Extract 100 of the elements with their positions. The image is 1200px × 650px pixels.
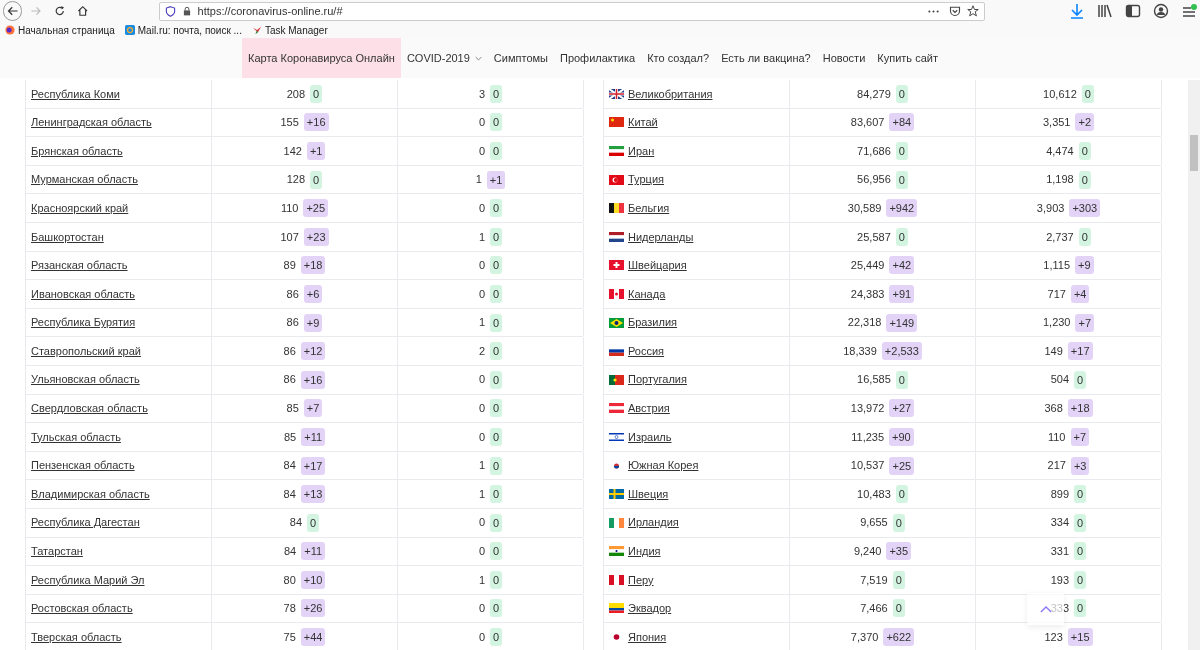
region-link[interactable]: Республика Бурятия <box>31 314 136 331</box>
sidebar-icon[interactable] <box>1125 3 1141 19</box>
change-badge: +7 <box>1075 313 1095 332</box>
region-link[interactable]: Швеция <box>628 485 669 503</box>
count-text: 3,351 <box>1042 115 1071 131</box>
region-link[interactable]: Ивановская область <box>31 285 136 303</box>
region-link[interactable]: Республика Дагестан <box>31 514 140 531</box>
region-link[interactable]: Ленинградская область <box>31 114 152 131</box>
region-link[interactable]: Эквадор <box>628 600 672 617</box>
region-link[interactable]: Ставропольский край <box>31 342 141 360</box>
region-link[interactable]: Иран <box>628 142 655 160</box>
count-text: 717 <box>1047 286 1066 302</box>
menu-icon[interactable] <box>1181 3 1197 19</box>
count-text: 155 <box>280 115 299 131</box>
lock-icon[interactable] <box>181 6 192 16</box>
region-link[interactable]: Пензенская область <box>31 457 135 474</box>
region-link[interactable]: Свердловская область <box>31 400 148 417</box>
region-link[interactable]: Республика Коми <box>31 85 120 103</box>
more-icon[interactable] <box>928 9 939 13</box>
region-link[interactable]: Израиль <box>628 428 672 446</box>
region-link[interactable]: Ростовская область <box>31 600 133 617</box>
change-badge: 0 <box>1074 370 1087 389</box>
region-link[interactable]: Бельгия <box>628 199 670 217</box>
region-link[interactable]: Бразилия <box>628 314 678 331</box>
region-link[interactable]: Нидерланды <box>628 228 694 245</box>
change-badge: +622 <box>883 628 915 647</box>
star-icon[interactable] <box>967 5 979 17</box>
region-link[interactable]: Япония <box>628 628 667 646</box>
count-text: 504 <box>1050 372 1070 388</box>
nav-link[interactable]: Есть ли вакцина? <box>715 38 817 78</box>
region-link[interactable]: Тульская область <box>31 428 121 446</box>
region-link[interactable]: Перу <box>628 571 654 589</box>
region-link[interactable]: Австрия <box>628 400 670 417</box>
bookmark-link[interactable]: Task Manager <box>264 22 328 38</box>
region-link[interactable]: Южная Корея <box>628 457 699 474</box>
region-link[interactable]: Ульяновская область <box>31 371 140 388</box>
region-link[interactable]: Португалия <box>628 371 687 388</box>
count-text: 1 <box>478 486 485 502</box>
flag-icon <box>609 489 624 500</box>
region-link[interactable]: Татарстан <box>31 543 83 560</box>
count-text: 56,956 <box>857 172 891 188</box>
flag-icon <box>609 574 624 585</box>
region-link[interactable]: Индия <box>628 543 661 560</box>
scrollbar[interactable] <box>1188 80 1200 650</box>
count-text: 110 <box>280 200 299 216</box>
flag-icon <box>609 517 624 528</box>
shield-icon[interactable] <box>164 5 176 17</box>
count-text: 217 <box>1047 458 1066 474</box>
count-text: 0 <box>478 372 485 388</box>
region-link[interactable]: Ирландия <box>628 514 679 531</box>
change-badge: +42 <box>889 256 915 275</box>
address-bar[interactable]: https://coronavirus-online.ru/# <box>158 1 985 21</box>
nav-link[interactable]: Симптомы <box>487 38 554 78</box>
count-text: 10,483 <box>857 486 891 502</box>
count-text: 2,737 <box>1046 229 1074 245</box>
region-link[interactable]: Владимирская область <box>31 485 150 503</box>
nav-link[interactable]: Купить сайт <box>871 38 944 78</box>
bookmark-link[interactable]: Mail.ru: почта, поиск ... <box>137 22 242 38</box>
nav-link[interactable]: Новости <box>816 38 872 78</box>
region-link[interactable]: Китай <box>628 114 658 131</box>
change-badge: 0 <box>490 570 503 589</box>
count-text: 13,972 <box>850 401 885 417</box>
region-link[interactable]: Рязанская область <box>31 257 128 274</box>
pocket-icon[interactable] <box>949 5 961 17</box>
change-badge: 0 <box>490 485 503 504</box>
download-icon[interactable] <box>1069 3 1085 19</box>
region-link[interactable]: Красноярский край <box>31 199 129 217</box>
count-text: 10,537 <box>850 458 885 474</box>
region-link[interactable]: Турция <box>628 171 664 188</box>
change-badge: +1 <box>486 170 506 189</box>
region-link[interactable]: Республика Марий Эл <box>31 571 145 589</box>
change-badge: +44 <box>300 628 326 647</box>
change-badge: 0 <box>490 313 503 332</box>
region-link[interactable]: Россия <box>628 342 665 360</box>
count-text: 86 <box>286 286 299 302</box>
region-link[interactable]: Тверская область <box>31 628 122 646</box>
region-link[interactable]: Швейцария <box>628 257 687 274</box>
region-link[interactable]: Великобритания <box>628 85 713 103</box>
count-text: 78 <box>283 601 296 617</box>
region-link[interactable]: Брянская область <box>31 142 123 160</box>
count-text: 110 <box>1047 429 1066 445</box>
reload-icon[interactable] <box>53 5 66 17</box>
account-icon[interactable] <box>1153 3 1169 19</box>
change-badge: 0 <box>490 284 503 303</box>
region-link[interactable]: Башкортостан <box>31 228 104 245</box>
region-link[interactable]: Мурманская область <box>31 171 138 188</box>
change-badge: 0 <box>892 570 905 589</box>
change-badge: 0 <box>895 142 908 160</box>
nav-link[interactable]: Кто создал? <box>641 38 716 78</box>
bird-icon <box>251 25 262 35</box>
change-badge: 0 <box>490 370 503 389</box>
nav-link[interactable]: Карта Коронавируса Онлайн <box>242 38 401 78</box>
bookmark-link[interactable]: Начальная страница <box>18 22 115 38</box>
home-icon[interactable] <box>77 5 89 17</box>
nav-link[interactable]: COVID-2019 <box>400 38 488 78</box>
region-link[interactable]: Канада <box>628 285 666 303</box>
count-text: 123 <box>1044 629 1063 645</box>
nav-link[interactable]: Профилактика <box>553 38 642 78</box>
change-badge: 0 <box>1078 170 1091 189</box>
library-icon[interactable] <box>1097 3 1113 19</box>
